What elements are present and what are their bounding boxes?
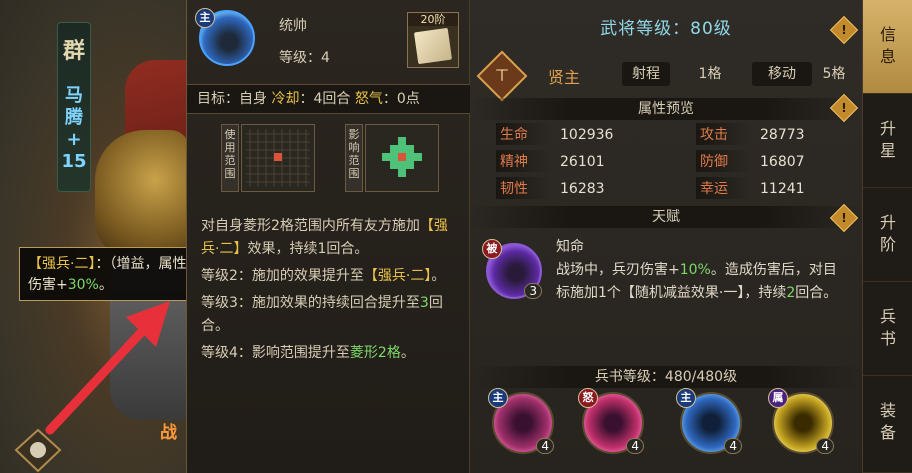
range-value: 1格 [698,66,722,82]
attr-hp: 生命 102936 [496,123,613,147]
attr-header: 属性预览 [470,98,862,120]
attr-toughness: 韧性 16283 [496,177,605,201]
attr-defense: 防御 16807 [696,150,805,174]
attr-attack: 攻击 28773 [696,123,805,147]
red-arrow-annotation [45,301,170,435]
skill-role-badge: 主 [195,8,215,28]
stage-label: 20阶 [408,13,458,26]
faction-label: 群 [62,38,85,64]
skill-desc-3: 等级3：施加效果的持续回合提升至3回合。 [201,295,443,334]
tab-equipment[interactable]: 装备 [863,376,912,473]
bingshu-header: 兵书等级：480/480级 [470,366,862,388]
general-name: 马 腾 + 15 [61,85,87,172]
skill-desc-1: 对自身菱形2格范围内所有友方施加【强兵·二】效果，持续1回合。 [201,218,448,257]
use-range-label: 使用范围 [221,124,239,192]
effect-range-label: 影响范围 [345,124,363,192]
general-name-banner: 群 马 腾 + 15 [57,22,91,192]
use-range-grid-lines [246,129,310,187]
tab-bingshu[interactable]: 兵书 [863,282,912,376]
skill-icon[interactable]: 主 [195,8,255,66]
range-label: 射程 [622,62,670,86]
class-name: 贤主 [548,68,581,87]
talent-icon[interactable]: 被 3 [482,239,542,299]
skill-desc-2: 等级2：施加的效果提升至【强兵·二】。 [201,268,446,284]
talent-name: 知命 [556,239,584,255]
talent-description: 战场中，兵刃伤害+10%。造成伤害后，对目标施加1个【随机减益效果·一】，持续2… [556,262,838,301]
talent-badge: 被 [482,239,502,259]
battle-mark: 战 [160,423,177,443]
book-slot-3[interactable]: 主 4 [676,388,742,454]
horse-emblem-icon[interactable] [14,428,62,473]
skill-panel: 主 统帅 等级：4 20阶 目标：自身 冷却：4回合 怒气：0点 使用范围 影响… [186,0,471,473]
general-info-panel: 武将等级：80级 ! ㄒ 贤主 射程 1格 移动 5格 属性预览 ! 生命 102… [470,0,862,473]
attr-luck: 幸运 11241 [696,177,805,201]
attr-spirit: 精神 26101 [496,150,605,174]
move-label: 移动 [752,62,812,86]
class-icon: ㄒ [476,50,528,102]
general-level: 武将等级：80级 [600,19,732,39]
skill-type: 统帅 [279,18,307,34]
tab-info[interactable]: 信息 [863,0,912,94]
tab-rank-up[interactable]: 升阶 [863,188,912,282]
side-tabs: 信息 升星 升阶 兵书 装备 [862,0,912,473]
skill-description: 对自身菱形2格范围内所有友方施加【强兵·二】效果，持续1回合。 等级2：施加的效… [201,215,459,369]
effect-range-diamond [382,137,422,177]
book-slot-4[interactable]: 属 4 [768,388,834,454]
tab-star-up[interactable]: 升星 [863,94,912,188]
book-slot-1[interactable]: 主 4 [488,388,554,454]
character-armor [95,130,190,260]
book-slot-2[interactable]: 怒 4 [578,388,644,454]
book-icon [413,27,453,65]
use-range-grid [241,124,315,192]
move-value: 5格 [822,66,846,82]
skill-level: 等级：4 [279,50,330,66]
skill-book-button[interactable]: 20阶 [407,12,459,68]
talent-header: 天赋 [470,206,862,228]
effect-range-grid [365,124,439,192]
skill-desc-4: 等级4：影响范围提升至菱形2格。 [201,345,415,361]
skill-target-line: 目标：自身 冷却：4回合 怒气：0点 [187,84,471,114]
talent-level: 3 [524,283,542,299]
